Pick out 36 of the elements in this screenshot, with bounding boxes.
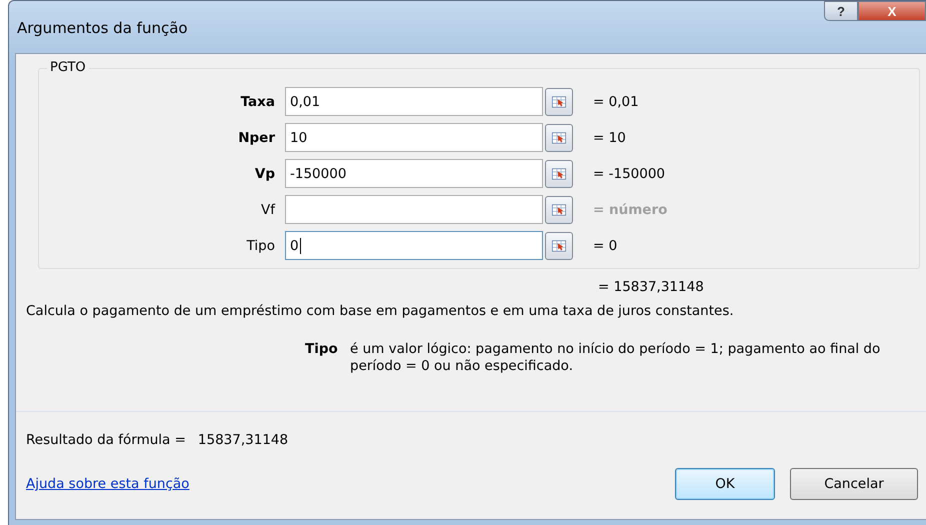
argument-label: Vf (260, 202, 276, 218)
argument-label: Vp (254, 166, 276, 182)
help-button[interactable]: ? (824, 1, 858, 21)
range-select-button[interactable] (545, 196, 573, 224)
range-select-icon (552, 166, 566, 182)
argument-description: é um valor lógico: pagamento no início do período = 1; pagamento ao final do período = 0 ou não especificado. (350, 341, 882, 375)
argument-result: = 0 (593, 238, 618, 254)
range-select-button[interactable] (545, 88, 573, 116)
argument-field[interactable]: -150000 (285, 159, 543, 188)
argument-field[interactable]: 0,01 (285, 87, 543, 116)
argument-field[interactable]: 10 (285, 123, 543, 152)
formula-result-value: 15837,31148 (198, 432, 288, 448)
range-select-button[interactable] (545, 124, 573, 152)
argument-result: = número (593, 202, 668, 218)
argument-field[interactable] (285, 195, 543, 224)
argument-result: = 0,01 (593, 94, 639, 110)
range-select-icon (552, 238, 566, 254)
argument-result: = -150000 (593, 166, 666, 182)
argument-label: Taxa (240, 94, 276, 110)
help-link[interactable]: Ajuda sobre esta função (26, 476, 190, 492)
range-select-icon (552, 202, 566, 218)
window-title: Argumentos da função (17, 19, 188, 37)
function-description: Calcula o pagamento de um empréstimo com base em pagamentos e em uma taxa de juros constantes. (26, 303, 735, 319)
range-select-button[interactable] (545, 232, 573, 260)
cancel-button[interactable]: Cancelar (790, 468, 918, 500)
argument-label: Nper (237, 130, 276, 146)
argument-name: Tipo (305, 341, 339, 359)
argument-field[interactable]: 0 (285, 231, 543, 260)
range-select-button[interactable] (545, 160, 573, 188)
range-select-icon (552, 94, 566, 110)
formula-result-label: Resultado da fórmula = (26, 432, 186, 448)
argument-result: = 10 (593, 130, 626, 146)
ok-button[interactable]: OK (675, 468, 775, 500)
function-result: = 15837,31148 (598, 279, 705, 295)
range-select-icon (552, 130, 566, 146)
argument-label: Tipo (246, 238, 276, 254)
